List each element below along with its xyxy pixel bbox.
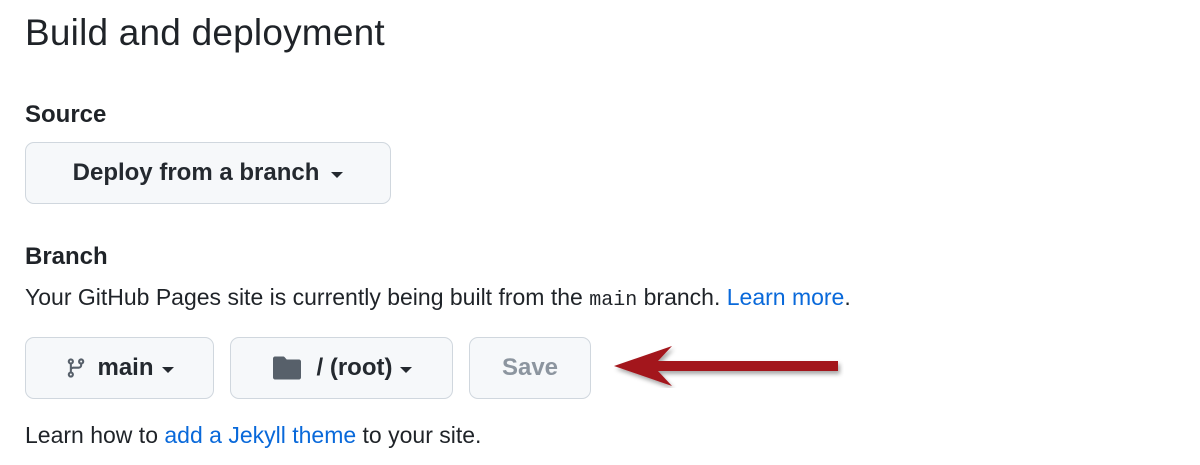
caret-down-icon	[331, 171, 344, 178]
learn-more-link[interactable]: Learn more	[727, 284, 845, 310]
jekyll-theme-link[interactable]: add a Jekyll theme	[164, 422, 356, 448]
description-period: .	[844, 284, 851, 310]
branch-code: main	[589, 289, 638, 312]
source-dropdown-value: Deploy from a branch	[72, 159, 320, 186]
footer-suffix: to your site.	[356, 422, 482, 448]
branch-select-button[interactable]: main	[25, 337, 214, 399]
source-dropdown-button[interactable]: Deploy from a branch	[25, 142, 391, 204]
description-prefix: Your GitHub Pages site is currently bein…	[25, 284, 590, 310]
branch-description: Your GitHub Pages site is currently bein…	[25, 284, 851, 312]
folder-icon	[271, 355, 303, 381]
git-branch-icon	[65, 356, 87, 380]
caret-down-icon	[161, 366, 174, 373]
folder-select-button[interactable]: / (root)	[230, 337, 453, 399]
red-arrow-annotation	[614, 346, 838, 386]
description-suffix: branch.	[637, 284, 727, 310]
branch-label: Branch	[25, 243, 108, 270]
folder-select-value: / (root)	[316, 354, 393, 381]
footer-prefix: Learn how to	[25, 422, 165, 448]
save-button[interactable]: Save	[469, 337, 591, 399]
footer-text: Learn how to add a Jekyll theme to your …	[25, 422, 481, 449]
page-title: Build and deployment	[25, 12, 385, 53]
branch-select-value: main	[97, 354, 154, 381]
source-label: Source	[25, 101, 107, 128]
caret-down-icon	[400, 366, 413, 373]
